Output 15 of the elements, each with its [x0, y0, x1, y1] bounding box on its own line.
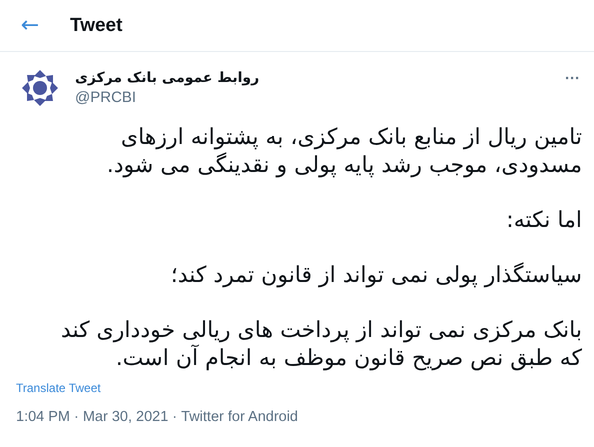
- author-handle[interactable]: @PRCBI: [75, 89, 136, 106]
- translate-link[interactable]: Translate Tweet: [16, 381, 101, 395]
- separator-dot: ·: [74, 409, 79, 425]
- tweet-paragraph: اما نکته:: [505, 207, 582, 235]
- back-button[interactable]: ←: [16, 13, 44, 38]
- separator-dot: ·: [172, 409, 178, 425]
- tweet-paragraph: بانک مرکزی نمی تواند از پرداخت های ریالی خودداری کند که طبق نص صریح قانون موظف به انجام آن است.: [60, 317, 582, 373]
- tweet-time[interactable]: 1:04 PM: [16, 409, 70, 425]
- tweet-date[interactable]: Mar 30, 2021: [82, 409, 168, 425]
- more-button[interactable]: ···: [561, 70, 584, 87]
- page-title: Tweet: [70, 14, 122, 36]
- tweet-paragraph: سیاستگذار پولی نمی تواند از قانون تمرد کند؛: [170, 262, 582, 290]
- tweet-source[interactable]: Twitter for Android: [181, 409, 298, 425]
- author-name[interactable]: روابط عمومی بانک مرکزی: [75, 70, 260, 86]
- tweet-paragraph: تامین ریال از منابع بانک مرکزی، به پشتوانه ارزهای مسدودی، موجب رشد پایه پولی و نقدینگی می شود.: [106, 124, 582, 180]
